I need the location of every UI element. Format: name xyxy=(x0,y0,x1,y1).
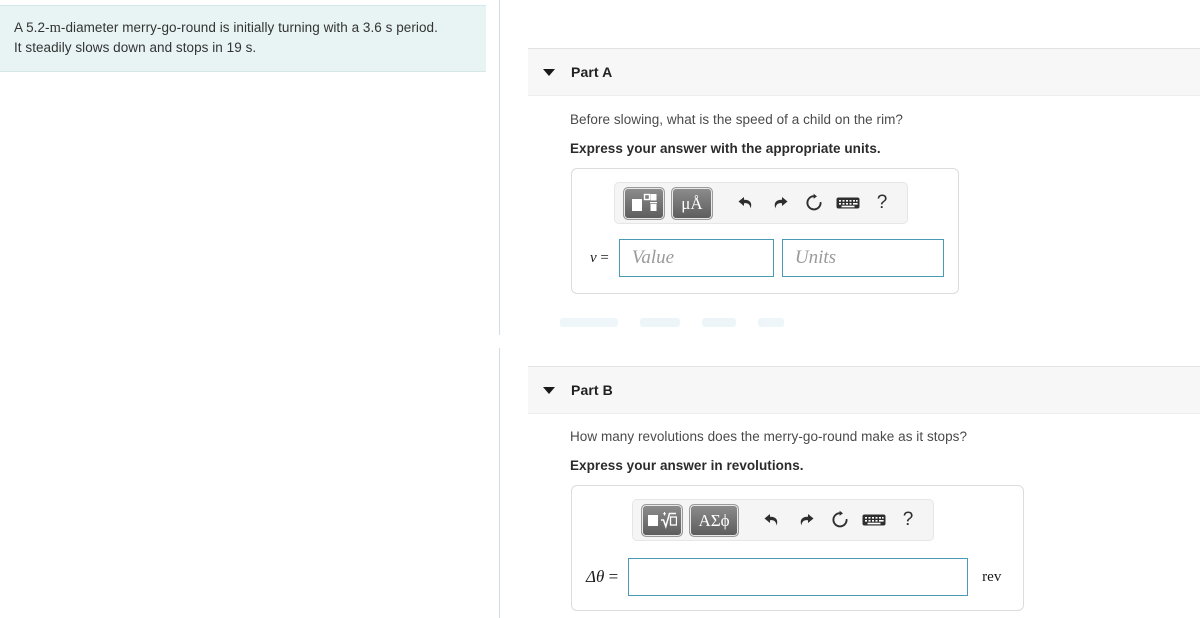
keyboard-button[interactable] xyxy=(857,505,891,535)
part-a-input-row: v = xyxy=(590,239,944,277)
part-a-units-input[interactable] xyxy=(781,239,944,277)
redo-icon xyxy=(800,514,814,526)
keyboard-button[interactable] xyxy=(831,188,865,218)
help-button[interactable]: ? xyxy=(865,188,899,218)
part-b-unit-suffix: rev xyxy=(982,568,1002,585)
part-b-instruction: Express your answer in revolutions. xyxy=(570,458,804,473)
keyboard-icon xyxy=(862,514,886,526)
part-b-variable-label: Δθ = xyxy=(586,567,618,587)
part-b-variable-symbol: Δθ xyxy=(586,567,605,586)
caret-down-icon[interactable] xyxy=(543,386,555,394)
help-button[interactable]: ? xyxy=(891,505,925,535)
greek-units-label: μÅ xyxy=(681,193,703,213)
greek-units-label: ΑΣϕ xyxy=(698,510,730,530)
problem-text-post: -diameter merry-go-round is initially tu… xyxy=(60,20,438,35)
problem-statement-line-2: It steadily slows down and stops in 19 s… xyxy=(14,40,257,55)
vertical-divider-top xyxy=(499,0,500,335)
part-b-input-row: Δθ = rev xyxy=(586,558,1001,596)
faded-button-2 xyxy=(640,317,680,327)
part-a-equals-sign: = xyxy=(596,249,609,266)
part-a-answer-box: μÅ ? v = Value Units xyxy=(571,168,959,294)
undo-button[interactable] xyxy=(755,505,789,535)
part-b-toolbar: ΑΣϕ ? xyxy=(632,499,934,541)
part-a-instruction: Express your answer with the appropriate… xyxy=(570,141,881,156)
help-label: ? xyxy=(876,192,888,213)
problem-unit-symbol: m xyxy=(49,20,61,36)
problem-text-pre: A 5.2- xyxy=(14,20,50,35)
greek-units-button[interactable]: μÅ xyxy=(671,186,713,220)
undo-icon xyxy=(764,514,778,526)
greek-units-button[interactable]: ΑΣϕ xyxy=(689,503,739,537)
problem-statement-line-1: A 5.2-m-diameter merry-go-round is initi… xyxy=(14,18,472,38)
reset-icon xyxy=(832,510,848,528)
reset-icon xyxy=(806,193,822,211)
problem-statement-panel: A 5.2-m-diameter merry-go-round is initi… xyxy=(0,0,486,618)
reset-button[interactable] xyxy=(823,505,857,535)
part-b-question: How many revolutions does the merry-go-r… xyxy=(570,429,968,444)
redo-button[interactable] xyxy=(789,505,823,535)
part-b-answer-box: ΑΣϕ ? Δθ = rev xyxy=(571,485,1024,611)
faded-button-3 xyxy=(702,317,736,327)
redo-button[interactable] xyxy=(763,188,797,218)
faded-button-4 xyxy=(758,317,784,327)
part-b-value-input[interactable] xyxy=(628,558,969,596)
caret-down-icon[interactable] xyxy=(543,68,555,76)
part-b-title: Part B xyxy=(571,382,613,398)
part-b-equals-sign: = xyxy=(604,567,619,586)
part-a-title: Part A xyxy=(571,64,613,80)
part-b-header[interactable]: Part B xyxy=(528,366,1200,414)
part-b-body: How many revolutions does the merry-go-r… xyxy=(570,427,1200,475)
math-template-icon-button[interactable] xyxy=(623,186,665,220)
part-a-toolbar: μÅ ? xyxy=(614,182,908,224)
redo-icon xyxy=(774,197,788,209)
part-a-variable-label: v = xyxy=(590,250,609,267)
faded-submit-row xyxy=(560,308,860,336)
vertical-divider-bottom xyxy=(499,348,500,618)
undo-icon xyxy=(738,197,752,209)
help-label: ? xyxy=(902,509,914,530)
part-a-variable-symbol: v xyxy=(590,249,597,266)
part-a-body: Before slowing, what is the speed of a c… xyxy=(570,110,1190,158)
math-radical-icon xyxy=(648,512,677,529)
problem-page: A 5.2-m-diameter merry-go-round is initi… xyxy=(0,0,1200,618)
math-radical-icon-button[interactable] xyxy=(641,503,683,537)
reset-button[interactable] xyxy=(797,188,831,218)
keyboard-icon xyxy=(836,197,860,209)
undo-button[interactable] xyxy=(729,188,763,218)
problem-statement-box: A 5.2-m-diameter merry-go-round is initi… xyxy=(0,5,486,72)
math-template-icon xyxy=(632,193,657,211)
part-a-question: Before slowing, what is the speed of a c… xyxy=(570,112,903,127)
faded-button-1 xyxy=(560,317,618,327)
part-a-value-input[interactable] xyxy=(618,239,774,277)
part-a-header[interactable]: Part A xyxy=(528,48,1200,96)
